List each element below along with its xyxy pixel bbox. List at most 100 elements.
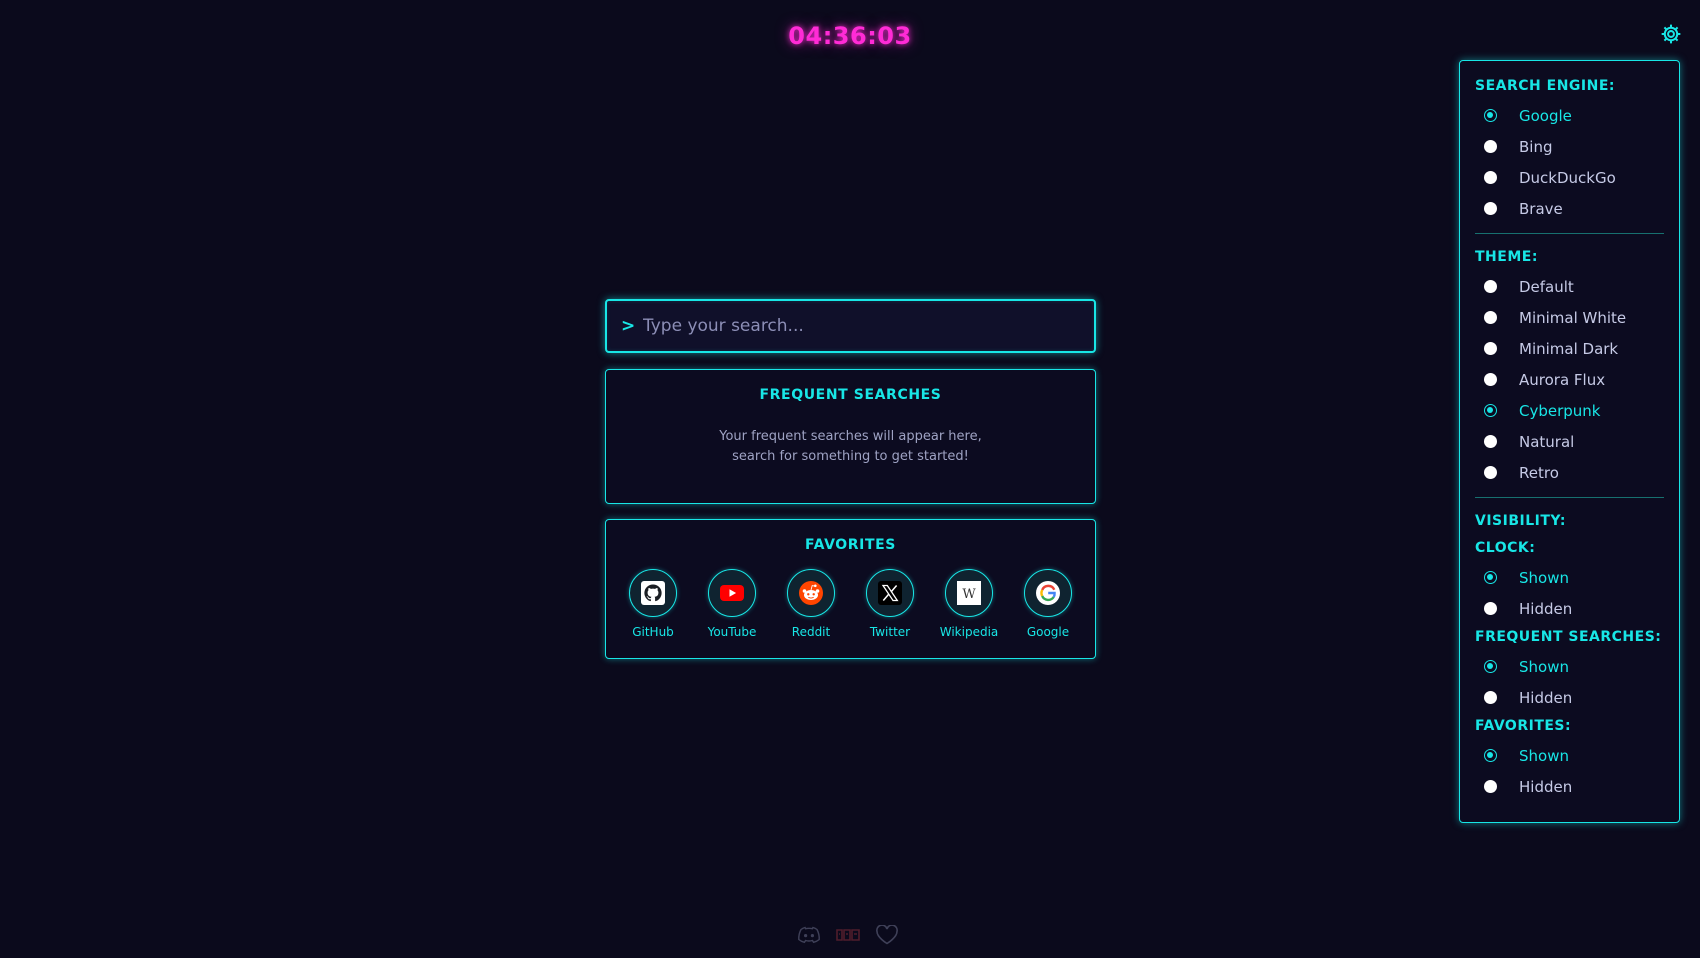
radio-icon[interactable]: [1484, 202, 1497, 215]
search-engine-option-bing[interactable]: Bing: [1475, 131, 1664, 162]
theme-options: Default Minimal White Minimal Dark Auror…: [1475, 271, 1664, 488]
radio-icon[interactable]: [1484, 311, 1497, 324]
search-engine-option-duckduckgo[interactable]: DuckDuckGo: [1475, 162, 1664, 193]
favorites-visibility-heading: FAVORITES:: [1475, 718, 1572, 734]
reddit-icon: [787, 569, 835, 617]
radio-label: Retro: [1519, 463, 1559, 482]
radio-icon[interactable]: [1484, 780, 1497, 793]
radio-icon[interactable]: [1484, 373, 1497, 386]
radio-icon[interactable]: [1484, 171, 1497, 184]
clock-visibility-heading: CLOCK:: [1475, 540, 1536, 556]
clock-shown-option[interactable]: Shown: [1475, 562, 1664, 593]
radio-icon[interactable]: [1484, 660, 1497, 673]
radio-label: Bing: [1519, 137, 1553, 156]
frequent-empty-line: search for something to get started!: [732, 449, 969, 464]
frequent-searches-title: FREQUENT SEARCHES: [759, 387, 942, 403]
radio-icon[interactable]: [1484, 280, 1497, 293]
divider: [1475, 497, 1664, 498]
search-input[interactable]: [643, 301, 1094, 351]
favorite-twitter[interactable]: Twitter: [851, 569, 930, 639]
favorite-github[interactable]: GitHub: [614, 569, 693, 639]
radio-label: DuckDuckGo: [1519, 168, 1616, 187]
radio-icon[interactable]: [1484, 571, 1497, 584]
clock-visibility-options: Shown Hidden: [1475, 562, 1664, 624]
favorite-label: Wikipedia: [939, 625, 999, 639]
theme-option-cyberpunk[interactable]: Cyberpunk: [1475, 395, 1664, 426]
wikipedia-icon: W: [945, 569, 993, 617]
frequent-searches-panel: FREQUENT SEARCHES Your frequent searches…: [605, 369, 1096, 504]
frequent-hidden-option[interactable]: Hidden: [1475, 682, 1664, 713]
theme-option-aurora-flux[interactable]: Aurora Flux: [1475, 364, 1664, 395]
theme-option-natural[interactable]: Natural: [1475, 426, 1664, 457]
radio-icon[interactable]: [1484, 749, 1497, 762]
radio-label: Cyberpunk: [1519, 401, 1601, 420]
radio-label: Natural: [1519, 432, 1575, 451]
favorite-label: Reddit: [791, 625, 831, 639]
frequent-visibility-heading: FREQUENT SEARCHES:: [1475, 629, 1662, 645]
settings-gear-icon[interactable]: [1660, 23, 1682, 45]
svg-text:W: W: [962, 587, 976, 602]
discord-icon[interactable]: [797, 926, 821, 944]
favorites-panel: FAVORITES GitHub YouTube Reddit Twitter …: [605, 519, 1096, 659]
visibility-heading: VISIBILITY:: [1475, 513, 1566, 529]
search-engine-options: Google Bing DuckDuckGo Brave: [1475, 100, 1664, 224]
settings-panel: SEARCH ENGINE: Google Bing DuckDuckGo Br…: [1459, 60, 1680, 823]
clock-hidden-option[interactable]: Hidden: [1475, 593, 1664, 624]
theme-option-minimal-dark[interactable]: Minimal Dark: [1475, 333, 1664, 364]
radio-label: Minimal Dark: [1519, 339, 1619, 358]
search-engine-heading: SEARCH ENGINE:: [1475, 78, 1615, 94]
frequent-searches-empty-message: Your frequent searches will appear here,…: [606, 427, 1095, 467]
favorite-label: Twitter: [869, 625, 911, 639]
theme-heading: THEME:: [1475, 249, 1538, 265]
search-engine-option-google[interactable]: Google: [1475, 100, 1664, 131]
theme-option-default[interactable]: Default: [1475, 271, 1664, 302]
frequent-shown-option[interactable]: Shown: [1475, 651, 1664, 682]
favorite-reddit[interactable]: Reddit: [772, 569, 851, 639]
theme-option-retro[interactable]: Retro: [1475, 457, 1664, 488]
favorites-title: FAVORITES: [805, 537, 896, 553]
frequent-empty-line: Your frequent searches will appear here,: [719, 429, 982, 444]
radio-icon[interactable]: [1484, 109, 1497, 122]
footer-links: [797, 925, 899, 945]
radio-label: Minimal White: [1519, 308, 1627, 327]
favorites-row: GitHub YouTube Reddit Twitter W Wikipedi…: [606, 569, 1095, 639]
favorite-label: GitHub: [632, 625, 674, 639]
favorites-hidden-option[interactable]: Hidden: [1475, 771, 1664, 802]
radio-label: Default: [1519, 277, 1574, 296]
radio-label: Hidden: [1519, 599, 1573, 618]
brand-logo-icon[interactable]: [835, 926, 861, 944]
clock: 04:36:03: [788, 22, 912, 50]
favorites-shown-option[interactable]: Shown: [1475, 740, 1664, 771]
search-engine-option-brave[interactable]: Brave: [1475, 193, 1664, 224]
favorite-youtube[interactable]: YouTube: [693, 569, 772, 639]
radio-icon[interactable]: [1484, 140, 1497, 153]
heart-icon[interactable]: [875, 925, 899, 945]
radio-label: Shown: [1519, 746, 1569, 765]
radio-icon[interactable]: [1484, 466, 1497, 479]
youtube-icon: [708, 569, 756, 617]
divider: [1475, 233, 1664, 234]
radio-label: Hidden: [1519, 688, 1573, 707]
radio-label: Aurora Flux: [1519, 370, 1606, 389]
radio-icon[interactable]: [1484, 404, 1497, 417]
favorite-google[interactable]: Google: [1009, 569, 1088, 639]
github-icon: [629, 569, 677, 617]
radio-label: Hidden: [1519, 777, 1573, 796]
favorite-label: Google: [1026, 625, 1070, 639]
radio-label: Shown: [1519, 568, 1569, 587]
radio-label: Shown: [1519, 657, 1569, 676]
x-twitter-icon: [866, 569, 914, 617]
search-prompt-icon: >: [621, 316, 636, 336]
radio-icon[interactable]: [1484, 342, 1497, 355]
radio-icon[interactable]: [1484, 602, 1497, 615]
page: 04:36:03 > FREQUENT SEARCHES Your freque…: [0, 0, 1700, 958]
radio-label: Brave: [1519, 199, 1563, 218]
search-box: >: [605, 299, 1096, 353]
theme-option-minimal-white[interactable]: Minimal White: [1475, 302, 1664, 333]
favorites-visibility-options: Shown Hidden: [1475, 740, 1664, 802]
radio-icon[interactable]: [1484, 691, 1497, 704]
radio-icon[interactable]: [1484, 435, 1497, 448]
google-icon: [1024, 569, 1072, 617]
favorite-label: YouTube: [707, 625, 757, 639]
favorite-wikipedia[interactable]: W Wikipedia: [930, 569, 1009, 639]
